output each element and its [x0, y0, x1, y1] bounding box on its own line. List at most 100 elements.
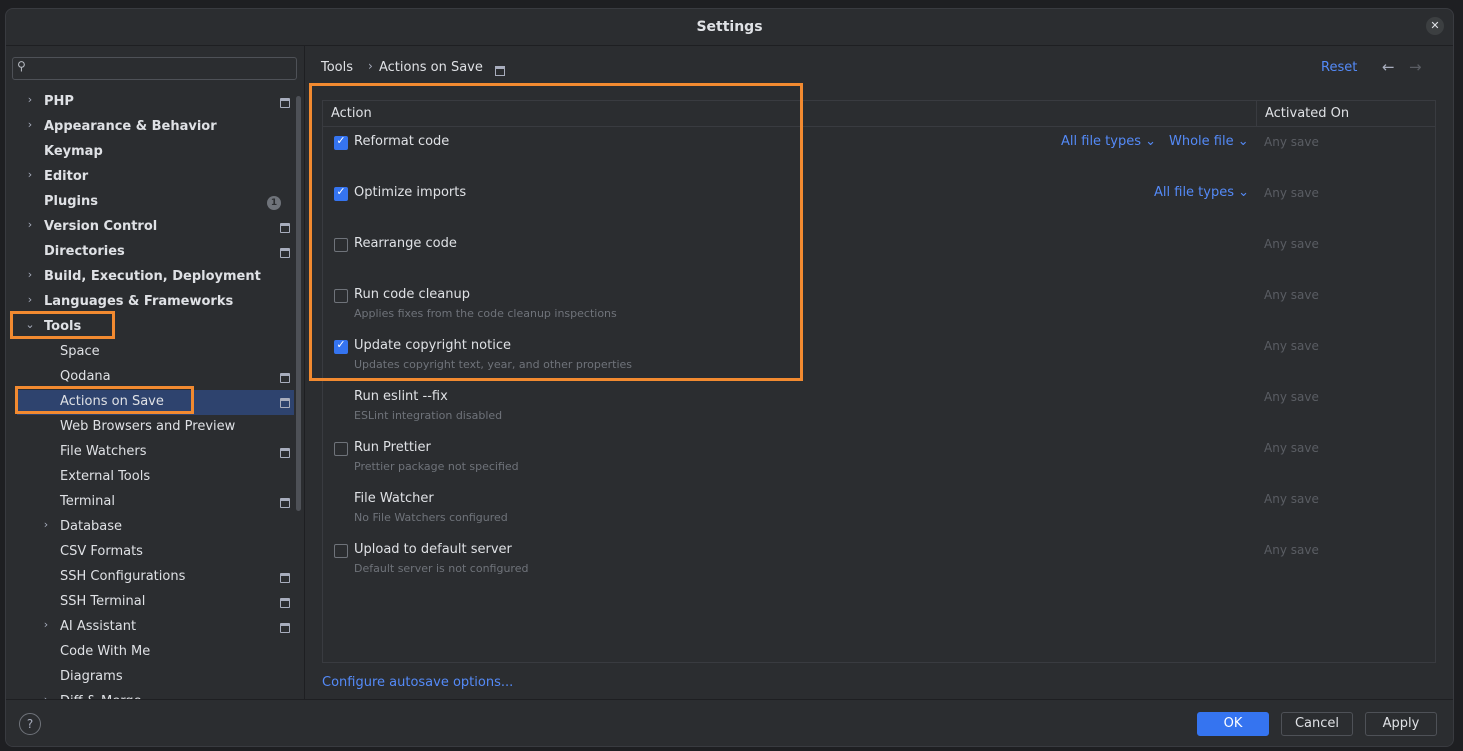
sidebar-item-label: Web Browsers and Preview [60, 419, 236, 434]
project-level-icon [280, 448, 290, 458]
sidebar-item-ssh-terminal[interactable]: SSH Terminal [17, 590, 294, 615]
sidebar-item-ai-assistant[interactable]: › AI Assistant [17, 615, 294, 640]
sidebar-item-actions-on-save[interactable]: Actions on Save [17, 390, 294, 415]
action-description: ESLint integration disabled [354, 409, 503, 422]
chevron-right-icon[interactable]: › [23, 118, 37, 131]
forward-arrow-icon[interactable]: → [1409, 58, 1422, 76]
breadcrumb-current: Actions on Save [379, 60, 483, 75]
search-icon: ⚲ [17, 59, 26, 73]
action-checkbox[interactable] [334, 442, 348, 456]
sidebar-item-diff-merge[interactable]: ›Diff & Merge [17, 690, 294, 699]
search-field[interactable]: ⚲ [12, 57, 297, 80]
check-icon: ✓ [336, 185, 346, 198]
sidebar-item-terminal[interactable]: Terminal [17, 490, 294, 515]
chevron-right-icon[interactable]: › [23, 168, 37, 181]
title-bar: Settings ✕ [6, 9, 1453, 46]
action-name: Rearrange code [354, 236, 457, 251]
action-row-run-eslint-fix: Run eslint --fix ESLint integration disab… [323, 382, 1435, 433]
action-checkbox[interactable] [334, 289, 348, 303]
project-level-icon [495, 66, 505, 76]
action-description: No File Watchers configured [354, 511, 508, 524]
chevron-right-icon[interactable]: › [23, 268, 37, 281]
sidebar-item-file-watchers[interactable]: File Watchers [17, 440, 294, 465]
sidebar-item-label: Keymap [44, 144, 103, 159]
activated-on-value: Any save [1264, 339, 1319, 353]
action-row-run-code-cleanup: Run code cleanup Applies fixes from the c… [323, 280, 1435, 331]
sidebar-item-code-with-me[interactable]: Code With Me [17, 640, 294, 665]
activated-on-value: Any save [1264, 492, 1319, 506]
sidebar-item-languages-frameworks[interactable]: › Languages & Frameworks [17, 290, 294, 315]
chevron-right-icon[interactable]: › [39, 618, 53, 631]
sidebar-item-editor[interactable]: › Editor [17, 165, 294, 190]
chevron-right-icon[interactable]: › [23, 218, 37, 231]
sidebar-item-label: SSH Configurations [60, 569, 186, 584]
sidebar-item-appearance-behavior[interactable]: › Appearance & Behavior [17, 115, 294, 140]
sidebar-item-label: Build, Execution, Deployment [44, 269, 261, 284]
project-level-icon [280, 623, 290, 633]
search-input[interactable] [35, 58, 290, 77]
action-checkbox[interactable]: ✓ [334, 338, 348, 354]
sidebar-item-space[interactable]: Space [17, 340, 294, 365]
ok-button[interactable]: OK [1197, 712, 1269, 736]
action-row-run-prettier: Run Prettier Prettier package not specifi… [323, 433, 1435, 484]
project-level-icon [280, 373, 290, 383]
chevron-down-icon[interactable]: ⌄ [23, 318, 37, 331]
sidebar-item-database[interactable]: › Database [17, 515, 294, 540]
sidebar-item-label: Space [60, 344, 100, 359]
sidebar-item-build-execution-deployment[interactable]: › Build, Execution, Deployment [17, 265, 294, 290]
cancel-button[interactable]: Cancel [1281, 712, 1353, 736]
chevron-right-icon[interactable]: › [23, 93, 37, 106]
sidebar-item-label: Terminal [60, 494, 115, 509]
sidebar-item-label: Appearance & Behavior [44, 119, 217, 134]
configure-autosave-link[interactable]: Configure autosave options... [322, 675, 513, 690]
sidebar-item-diagrams[interactable]: Diagrams [17, 665, 294, 690]
sidebar-item-version-control[interactable]: › Version Control [17, 215, 294, 240]
activated-on-value: Any save [1264, 288, 1319, 302]
sidebar-item-qodana[interactable]: Qodana [17, 365, 294, 390]
sidebar-scrollbar[interactable] [296, 96, 301, 511]
chevron-down-icon: ⌄ [1141, 134, 1157, 149]
sidebar-item-keymap[interactable]: Keymap [17, 140, 294, 165]
action-name: Upload to default server [354, 542, 512, 557]
chevron-right-icon[interactable]: › [23, 293, 37, 306]
sidebar-item-tools[interactable]: ⌄ Tools [17, 315, 294, 340]
action-option-dropdown[interactable]: All file types ⌄ [1154, 185, 1249, 200]
action-option-dropdown[interactable]: All file types ⌄ [1061, 134, 1156, 149]
action-row-reformat-code: ✓ Reformat code All file types ⌄ Whole file… [323, 127, 1435, 178]
chevron-down-icon: ⌄ [1233, 134, 1249, 149]
close-icon[interactable]: ✕ [1426, 17, 1444, 35]
sidebar-item-external-tools[interactable]: External Tools [17, 465, 294, 490]
action-description: Applies fixes from the code cleanup insp… [354, 307, 617, 320]
action-checkbox[interactable] [334, 544, 348, 558]
activated-on-value: Any save [1264, 441, 1319, 455]
sidebar-item-php[interactable]: › PHP [17, 90, 294, 115]
action-option-dropdown[interactable]: Whole file ⌄ [1169, 134, 1249, 149]
breadcrumb-tools[interactable]: Tools [321, 60, 353, 75]
help-icon[interactable]: ? [19, 713, 41, 735]
project-level-icon [280, 598, 290, 608]
sidebar-item-label: SSH Terminal [60, 594, 146, 609]
project-level-icon [280, 98, 290, 108]
column-header-activated-on: Activated On [1256, 101, 1436, 127]
sidebar-item-label: External Tools [60, 469, 151, 484]
action-row-optimize-imports: ✓ Optimize imports All file types ⌄ Any sav… [323, 178, 1435, 229]
action-checkbox[interactable]: ✓ [334, 185, 348, 201]
action-row-rearrange-code: Rearrange code Any save [323, 229, 1435, 280]
sidebar-item-label: Tools [44, 319, 82, 334]
sidebar-item-plugins[interactable]: Plugins 1 [17, 190, 294, 215]
back-arrow-icon[interactable]: ← [1382, 58, 1395, 76]
sidebar-item-label: Diagrams [60, 669, 123, 684]
sidebar-item-directories[interactable]: Directories [17, 240, 294, 265]
reset-link[interactable]: Reset [1321, 60, 1357, 75]
apply-button[interactable]: Apply [1365, 712, 1437, 736]
action-checkbox[interactable]: ✓ [334, 134, 348, 150]
settings-tree: › PHP › Appearance & Behavior Keymap › Editor P… [6, 90, 302, 699]
action-checkbox[interactable] [334, 238, 348, 252]
sidebar-item-web-browsers-and-preview[interactable]: Web Browsers and Preview [17, 415, 294, 440]
sidebar-item-label: Languages & Frameworks [44, 294, 234, 309]
chevron-right-icon[interactable]: › [39, 518, 53, 531]
sidebar-item-ssh-configurations[interactable]: SSH Configurations [17, 565, 294, 590]
sidebar-item-csv-formats[interactable]: CSV Formats [17, 540, 294, 565]
column-header-action: Action [323, 101, 1263, 127]
sidebar-item-label: Database [60, 519, 123, 534]
